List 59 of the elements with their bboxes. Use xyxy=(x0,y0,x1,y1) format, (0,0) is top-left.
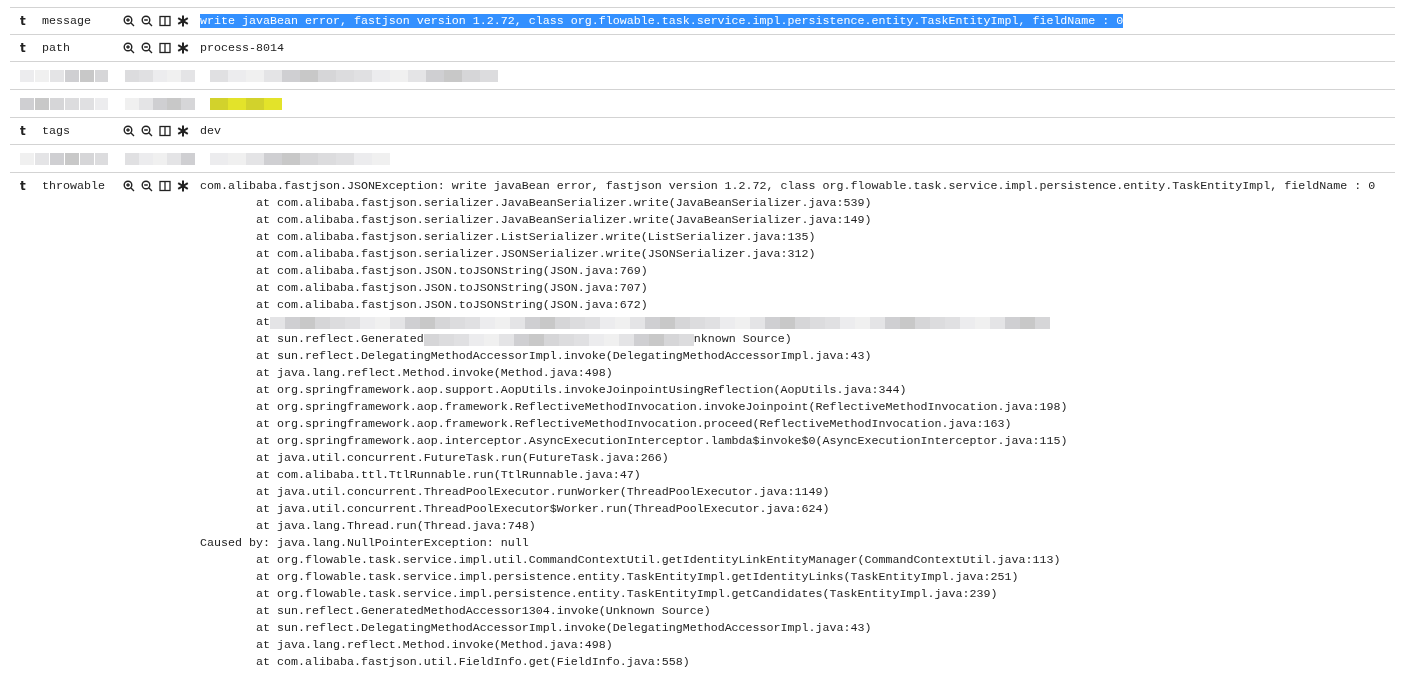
stack-trace-line: at org.flowable.task.service.impl.persistence.entity.TaskEntityImpl.getIdentityLinks(TaskEntityImpl.java:251) xyxy=(254,569,1020,586)
stack-trace-line: at com.alibaba.fastjson.JSON.toJSONString(JSON.java:707) xyxy=(254,280,649,297)
stack-trace-line: Caused by: java.lang.NullPointerException: null xyxy=(200,535,530,552)
asterisk-icon[interactable] xyxy=(177,42,189,54)
stack-trace-line: at org.flowable.task.service.impl.util.CommandContextUtil.getIdentityLinkEntityManager(CommandContextUtil.java:113) xyxy=(254,552,1062,569)
zoom-in-icon[interactable] xyxy=(123,42,135,54)
redacted-text xyxy=(125,69,197,82)
stack-trace-line: at org.springframework.aop.interceptor.AsyncExecutionInterceptor.lambda$invoke$0(AsyncExecutionInterceptor.java:115) xyxy=(254,433,1069,450)
asterisk-icon[interactable] xyxy=(177,125,189,137)
redacted-text xyxy=(125,97,197,110)
columns-icon[interactable] xyxy=(159,125,171,137)
stack-trace-line: at com.alibaba.fastjson.util.FieldInfo.get(FieldInfo.java:558) xyxy=(254,654,691,671)
stack-trace-line: at java.util.concurrent.ThreadPoolExecutor.runWorker(ThreadPoolExecutor.java:1149) xyxy=(254,484,831,501)
stack-trace-line: at org.springframework.aop.support.AopUtils.invokeJoinpointUsingReflection(AopUtils.java:344) xyxy=(254,382,908,399)
stack-trace-line: at java.lang.reflect.Method.invoke(Method.java:498) xyxy=(254,365,614,382)
zoom-in-icon[interactable] xyxy=(123,125,135,137)
field-name: path xyxy=(42,41,71,56)
stack-trace-line: at com.alibaba.fastjson.serializer.ListSerializer.write(ListSerializer.java:135) xyxy=(254,229,817,246)
stack-trace-line: at com.alibaba.fastjson.JSON.toJSONString(JSON.java:672) xyxy=(254,297,649,314)
stack-trace-line: at sun.reflect.DelegatingMethodAccessorImpl.invoke(DelegatingMethodAccessorImpl.java:43) xyxy=(254,348,873,365)
field-name: tags xyxy=(42,124,71,139)
field-value: dev xyxy=(200,124,221,138)
field-type-label: t xyxy=(19,14,27,29)
zoom-out-icon[interactable] xyxy=(141,180,153,192)
stack-trace-line: at org.springframework.aop.framework.ReflectiveMethodInvocation.invokeJoinpoint(ReflectiveMethodInvocation.java:198) xyxy=(254,399,1069,416)
field-type-label: t xyxy=(19,179,27,194)
zoom-in-icon[interactable] xyxy=(123,180,135,192)
stack-trace-line: at org.flowable.task.service.impl.persistence.entity.TaskEntityImpl.getCandidates(TaskEntityImpl.java:239) xyxy=(254,586,999,603)
stack-trace-line: at org.springframework.aop.framework.ReflectiveMethodInvocation.proceed(ReflectiveMethodInvocation.java:163) xyxy=(254,416,1013,433)
stack-trace-line: at com.alibaba.fastjson.serializer.JavaBeanSerializer.write(JavaBeanSerializer.java:539) xyxy=(254,195,873,212)
stack-trace-line: nknown Source) xyxy=(693,331,792,348)
stack-trace-line: at com.alibaba.fastjson.serializer.JavaBeanSerializer.write(JavaBeanSerializer.java:149) xyxy=(254,212,873,229)
asterisk-icon[interactable] xyxy=(177,15,189,27)
stack-trace-line: at sun.reflect.DelegatingMethodAccessorImpl.invoke(DelegatingMethodAccessorImpl.java:43) xyxy=(254,620,873,637)
stack-trace-line: at java.lang.Thread.run(Thread.java:748) xyxy=(254,518,537,535)
stack-trace-line: at java.util.concurrent.FutureTask.run(FutureTask.java:266) xyxy=(254,450,670,467)
columns-icon[interactable] xyxy=(159,42,171,54)
redacted-text xyxy=(125,152,197,165)
field-type-label: t xyxy=(19,124,27,139)
stack-trace-line: at java.util.concurrent.ThreadPoolExecutor$Worker.run(ThreadPoolExecutor.java:624) xyxy=(254,501,831,518)
stack-trace-line: at com.alibaba.fastjson.JSON.toJSONString(JSON.java:769) xyxy=(254,263,649,280)
field-type-label: t xyxy=(19,41,27,56)
stack-trace-line: at sun.reflect.Generated xyxy=(254,331,424,348)
stack-trace-line: at com.alibaba.fastjson.serializer.JSONSerializer.write(JSONSerializer.java:312) xyxy=(254,246,817,263)
stack-trace-line: at com.alibaba.ttl.TtlRunnable.run(TtlRunnable.java:47) xyxy=(254,467,642,484)
stack-trace-line: at sun.reflect.GeneratedMethodAccessor1304.invoke(Unknown Source) xyxy=(254,603,712,620)
columns-icon[interactable] xyxy=(159,15,171,27)
zoom-out-icon[interactable] xyxy=(141,125,153,137)
zoom-in-icon[interactable] xyxy=(123,15,135,27)
stack-trace-line: at xyxy=(254,314,270,331)
field-value: process-8014 xyxy=(200,41,284,55)
asterisk-icon[interactable] xyxy=(177,180,189,192)
zoom-out-icon[interactable] xyxy=(141,42,153,54)
stack-trace-line: at java.lang.reflect.Method.invoke(Method.java:498) xyxy=(254,637,614,654)
stack-trace-line: com.alibaba.fastjson.JSONException: write javaBean error, fastjson version 1.2.72, class org.flowable.task.service.impl.persistence.entity.TaskEntityImpl, fieldName : 0 xyxy=(200,178,1377,195)
field-name: message xyxy=(42,14,92,29)
zoom-out-icon[interactable] xyxy=(141,15,153,27)
field-name: throwable xyxy=(42,179,106,194)
columns-icon[interactable] xyxy=(159,180,171,192)
